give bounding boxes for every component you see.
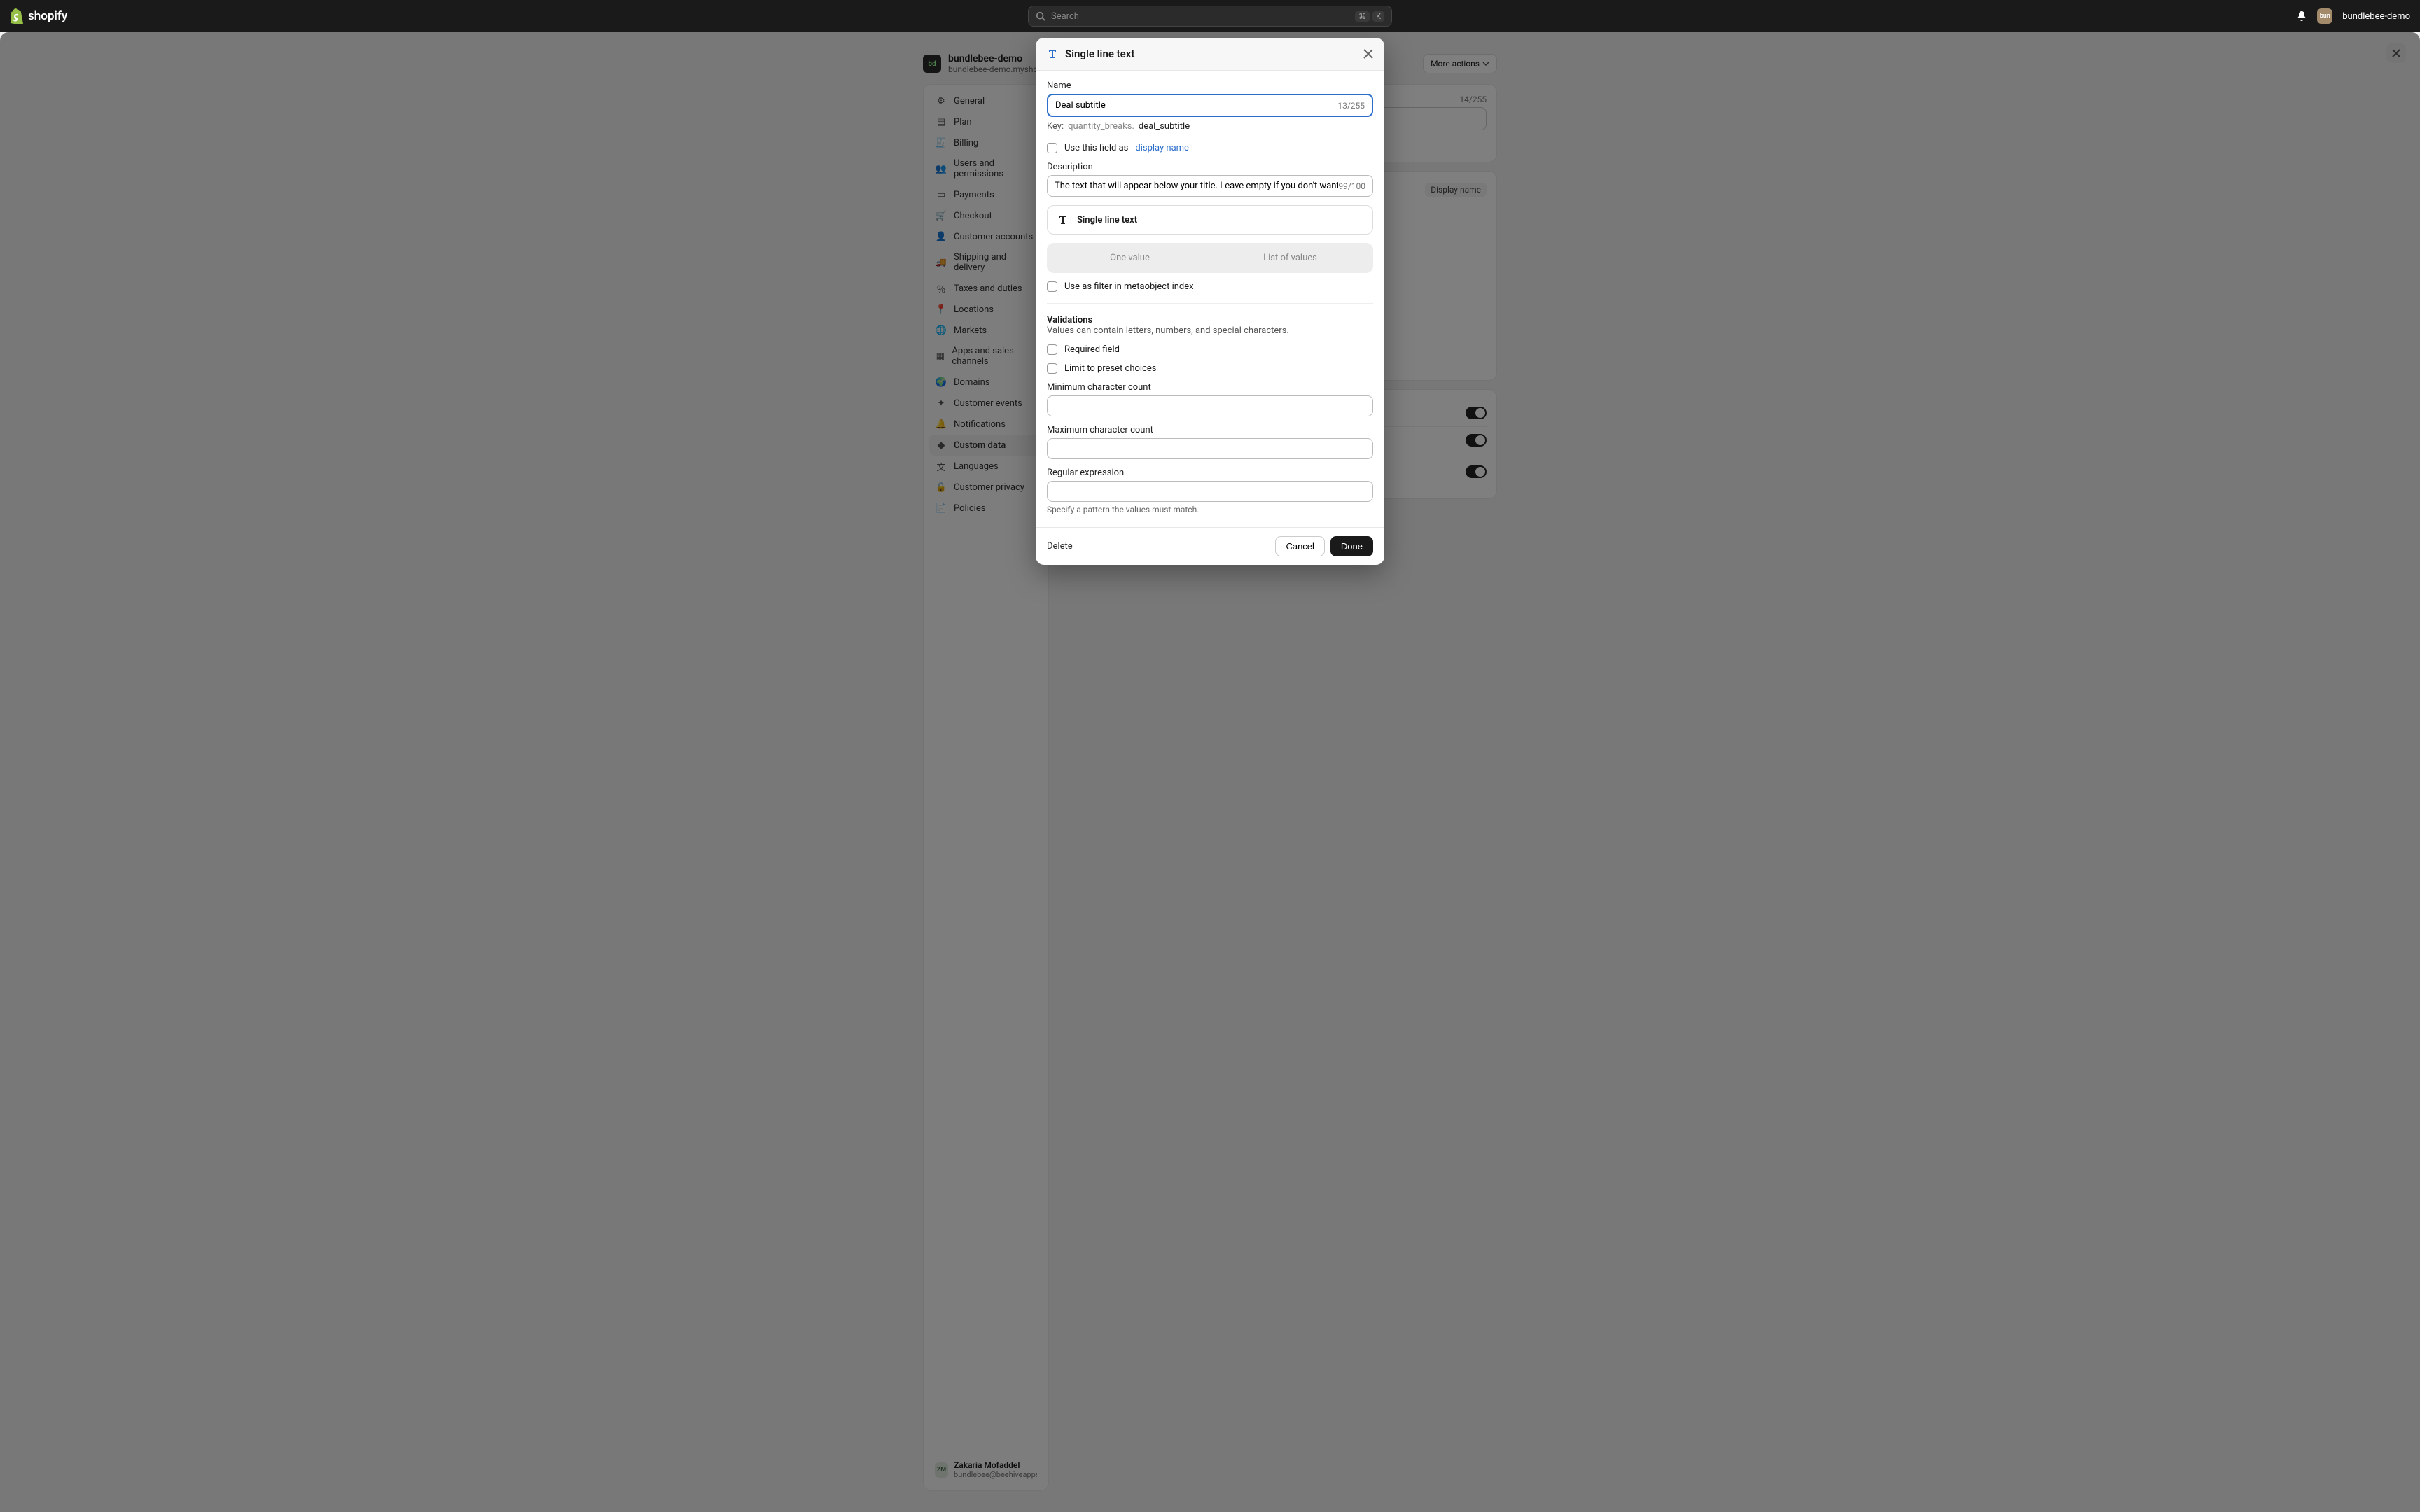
min-count-label: Minimum character count (1047, 382, 1373, 393)
checkbox[interactable] (1047, 344, 1057, 355)
topbar-store-name[interactable]: bundlebee-demo (2342, 11, 2410, 22)
cancel-button[interactable]: Cancel (1275, 536, 1324, 556)
check-label-prefix: Use this field as (1064, 143, 1128, 153)
key-line: Key: quantity_breaks. deal_subtitle (1047, 121, 1373, 132)
topbar: shopify Search ⌘ K bun bundlebee-demo (0, 0, 2420, 32)
description-label: Description (1047, 162, 1373, 172)
filter-checkbox-row[interactable]: Use as filter in metaobject index (1047, 281, 1373, 292)
min-count-input[interactable] (1047, 396, 1373, 416)
name-input[interactable]: 13/255 (1047, 94, 1373, 117)
dialog-body: Name 13/255 Key: quantity_breaks. deal_su… (1036, 71, 1384, 527)
done-button[interactable]: Done (1330, 536, 1373, 556)
shopify-logo[interactable]: shopify (10, 8, 67, 24)
preset-checkbox-row[interactable]: Limit to preset choices (1047, 363, 1373, 374)
kbd-mod: ⌘ (1355, 11, 1370, 22)
seg-one-value[interactable]: One value (1050, 246, 1210, 270)
dialog-header: Single line text (1036, 38, 1384, 71)
kbd-key: K (1372, 11, 1384, 22)
required-checkbox-row[interactable]: Required field (1047, 344, 1373, 355)
search-icon (1036, 11, 1045, 21)
bell-icon[interactable] (2296, 10, 2307, 22)
type-card[interactable]: Single line text (1047, 205, 1373, 234)
seg-list-values[interactable]: List of values (1210, 246, 1370, 270)
search-placeholder: Search (1051, 11, 1355, 22)
max-count-input[interactable] (1047, 438, 1373, 459)
description-char-count: 99/100 (1338, 181, 1365, 191)
dialog-footer: Delete Cancel Done (1036, 527, 1384, 565)
search-shortcut: ⌘ K (1355, 11, 1384, 22)
key-prefix: quantity_breaks. (1068, 121, 1134, 132)
text-type-icon (1047, 48, 1058, 59)
field-edit-dialog: Single line text Name 13/255 Key: quanti… (1036, 38, 1384, 565)
check-filter-label: Use as filter in metaobject index (1064, 281, 1194, 292)
text-type-icon (1057, 214, 1069, 225)
display-name-link[interactable]: display name (1135, 143, 1189, 153)
key-label: Key: (1047, 121, 1064, 132)
checkbox[interactable] (1047, 143, 1057, 153)
value-mode-segmented[interactable]: One value List of values (1047, 243, 1373, 273)
validations-sub: Values can contain letters, numbers, and… (1047, 326, 1373, 336)
description-input[interactable]: 99/100 (1047, 175, 1373, 197)
name-label: Name (1047, 80, 1373, 91)
page-surface: bd bundlebee-demo bundlebee-demo.myshopi… (0, 32, 2420, 1512)
dialog-title: Single line text (1065, 48, 1134, 60)
checkbox[interactable] (1047, 281, 1057, 292)
type-card-label: Single line text (1077, 215, 1137, 225)
global-search[interactable]: Search ⌘ K (1028, 6, 1392, 27)
avatar[interactable]: bun (2317, 8, 2332, 24)
regex-label: Regular expression (1047, 468, 1373, 478)
shopify-wordmark: shopify (28, 9, 67, 23)
description-input-value[interactable] (1055, 181, 1338, 191)
check-required-label: Required field (1064, 344, 1120, 355)
shopify-bag-icon (10, 8, 24, 24)
name-input-value[interactable] (1055, 100, 1337, 111)
display-name-checkbox-row[interactable]: Use this field as display name (1047, 143, 1373, 153)
validations-title: Validations (1047, 315, 1373, 326)
regex-input[interactable] (1047, 481, 1373, 502)
name-char-count: 13/255 (1337, 101, 1365, 111)
regex-helper: Specify a pattern the values must match. (1047, 505, 1373, 514)
modal-scrim[interactable]: Single line text Name 13/255 Key: quanti… (0, 32, 2420, 1512)
max-count-label: Maximum character count (1047, 425, 1373, 435)
check-preset-label: Limit to preset choices (1064, 363, 1156, 374)
checkbox[interactable] (1047, 363, 1057, 374)
topbar-right: bun bundlebee-demo (2296, 8, 2410, 24)
delete-button[interactable]: Delete (1047, 541, 1073, 552)
key-suffix: deal_subtitle (1139, 121, 1190, 132)
divider (1047, 303, 1373, 304)
dialog-close-button[interactable] (1363, 49, 1373, 59)
